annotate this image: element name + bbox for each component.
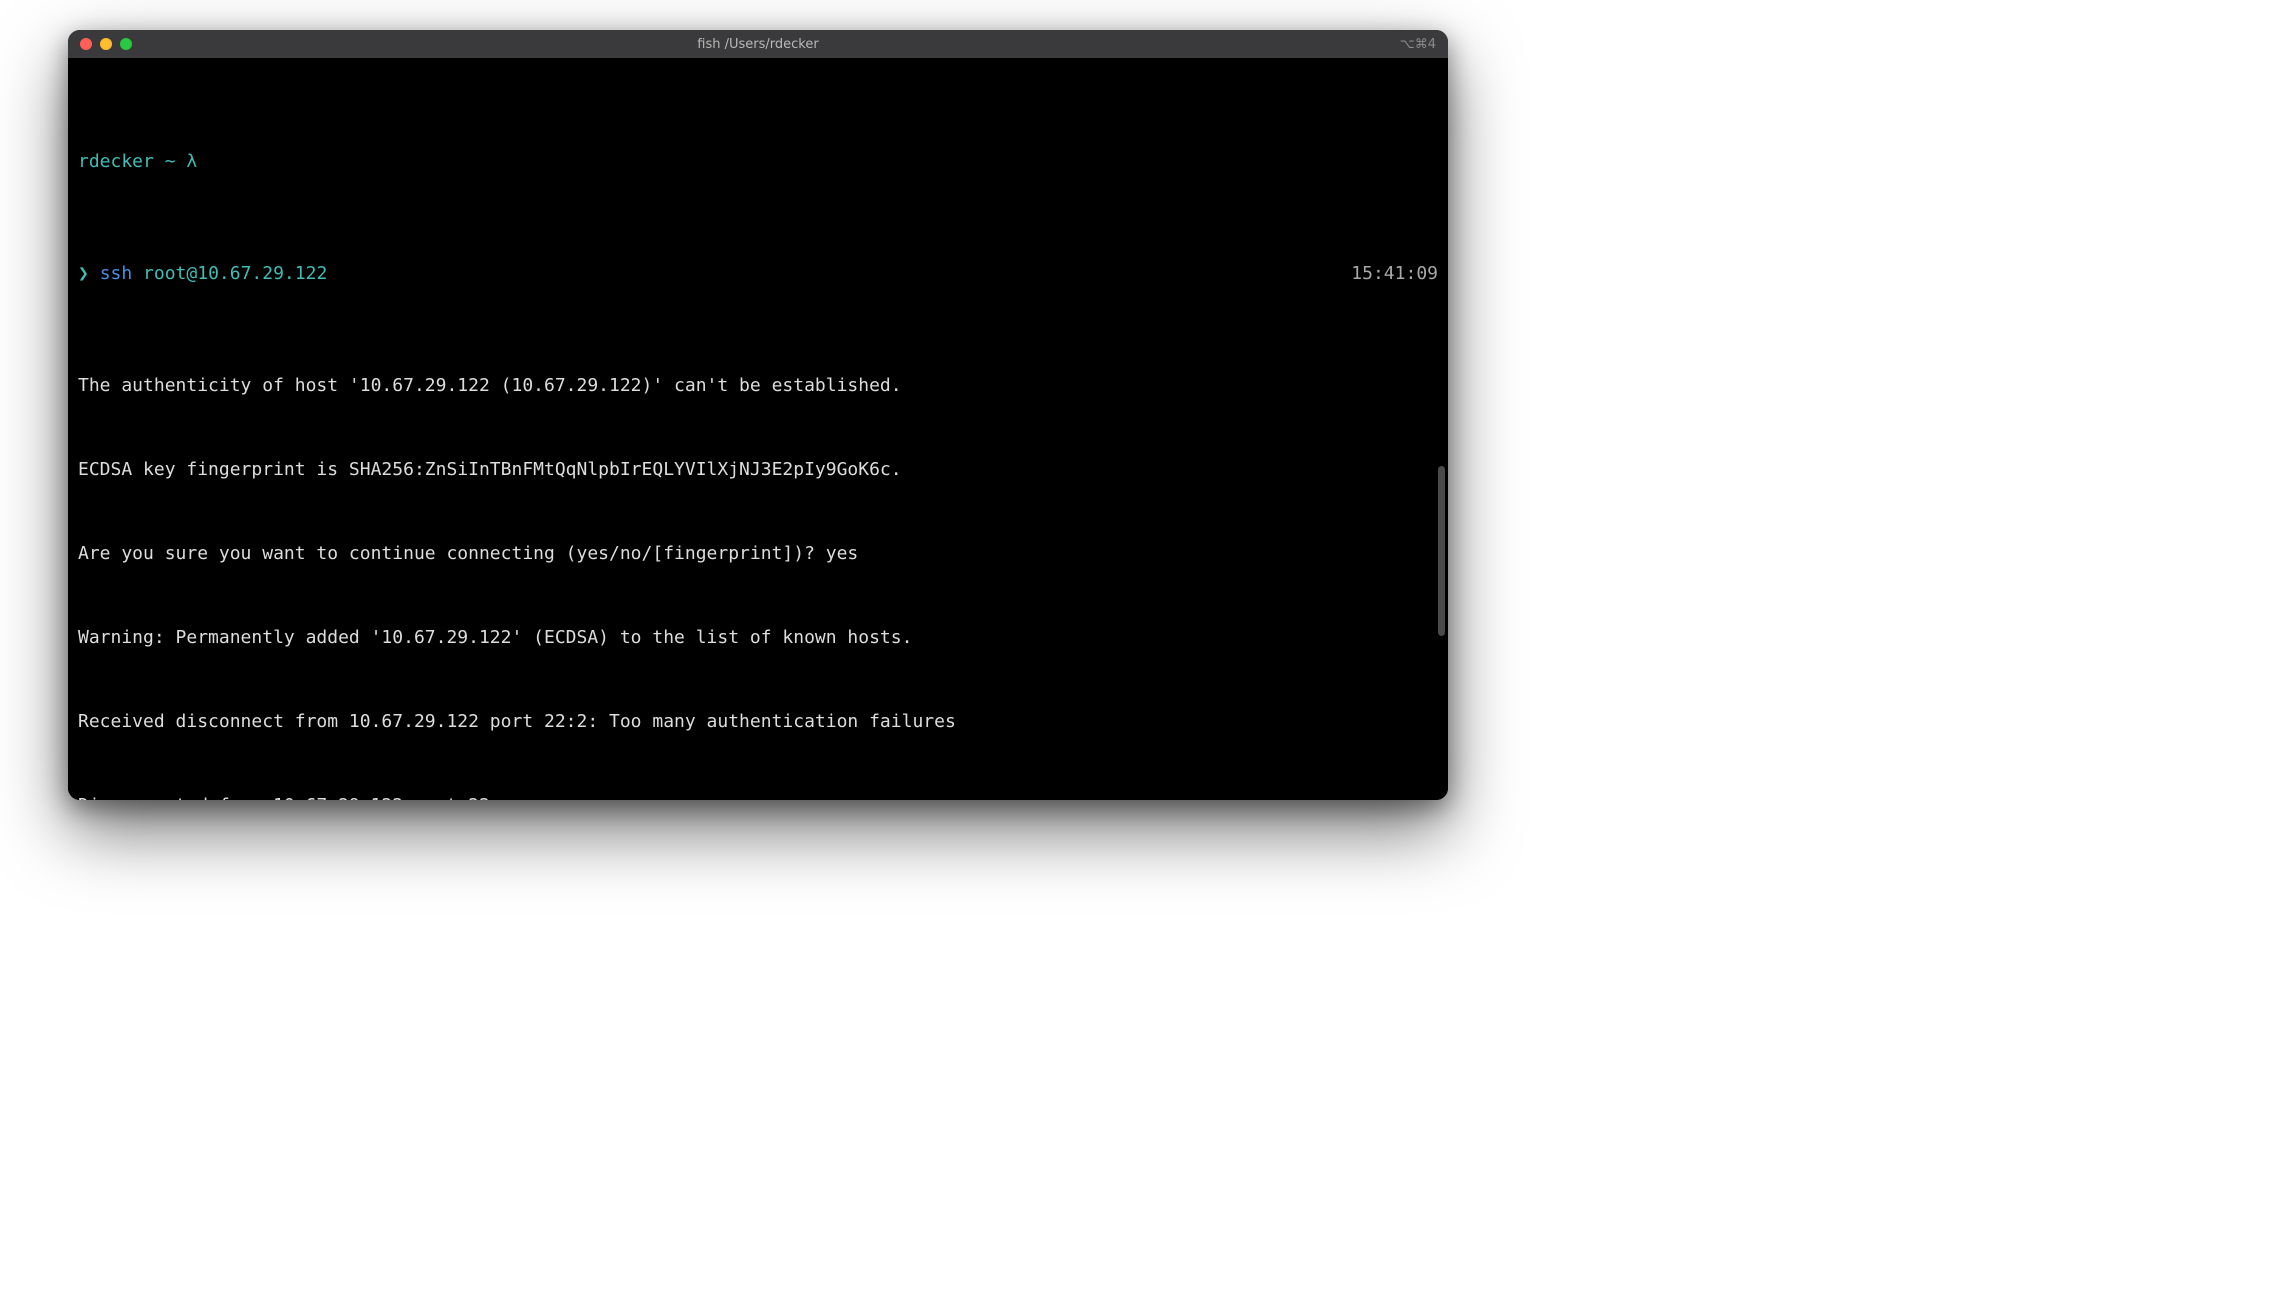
command-arg: root@10.67.29.122 [143, 263, 327, 284]
minimize-icon[interactable] [100, 38, 112, 50]
output-line: Received disconnect from 10.67.29.122 po… [78, 708, 1438, 736]
output-line: ECDSA key fingerprint is SHA256:ZnSiInTB… [78, 456, 1438, 484]
scrollbar[interactable] [1438, 466, 1445, 636]
prompt-line: rdecker ~ λ [78, 148, 1438, 176]
titlebar-shortcut-hint: ⌥⌘4 [1400, 37, 1436, 52]
output-line: Warning: Permanently added '10.67.29.122… [78, 624, 1438, 652]
titlebar[interactable]: fish /Users/rdecker ⌥⌘4 [68, 30, 1448, 58]
prompt-user: rdecker [78, 151, 154, 172]
zoom-icon[interactable] [120, 38, 132, 50]
terminal-window: fish /Users/rdecker ⌥⌘4 rdecker ~ λ ❯ ss… [68, 30, 1448, 800]
output-line: Disconnected from 10.67.29.122 port 22 [78, 792, 1438, 800]
close-icon[interactable] [80, 38, 92, 50]
terminal-content[interactable]: rdecker ~ λ ❯ ssh root@10.67.29.122 15:4… [68, 58, 1448, 800]
output-line: Are you sure you want to continue connec… [78, 540, 1438, 568]
command-ssh: ssh [100, 263, 133, 284]
command-line: ❯ ssh root@10.67.29.122 15:41:09 [78, 260, 1438, 288]
window-title: fish /Users/rdecker [68, 37, 1448, 52]
timestamp: 15:41:09 [1351, 260, 1438, 288]
traffic-lights [80, 38, 132, 50]
prompt-tilde: ~ [165, 151, 176, 172]
output-line: The authenticity of host '10.67.29.122 (… [78, 372, 1438, 400]
prompt-lambda: λ [186, 151, 197, 172]
prompt-arrow: ❯ [78, 263, 89, 284]
